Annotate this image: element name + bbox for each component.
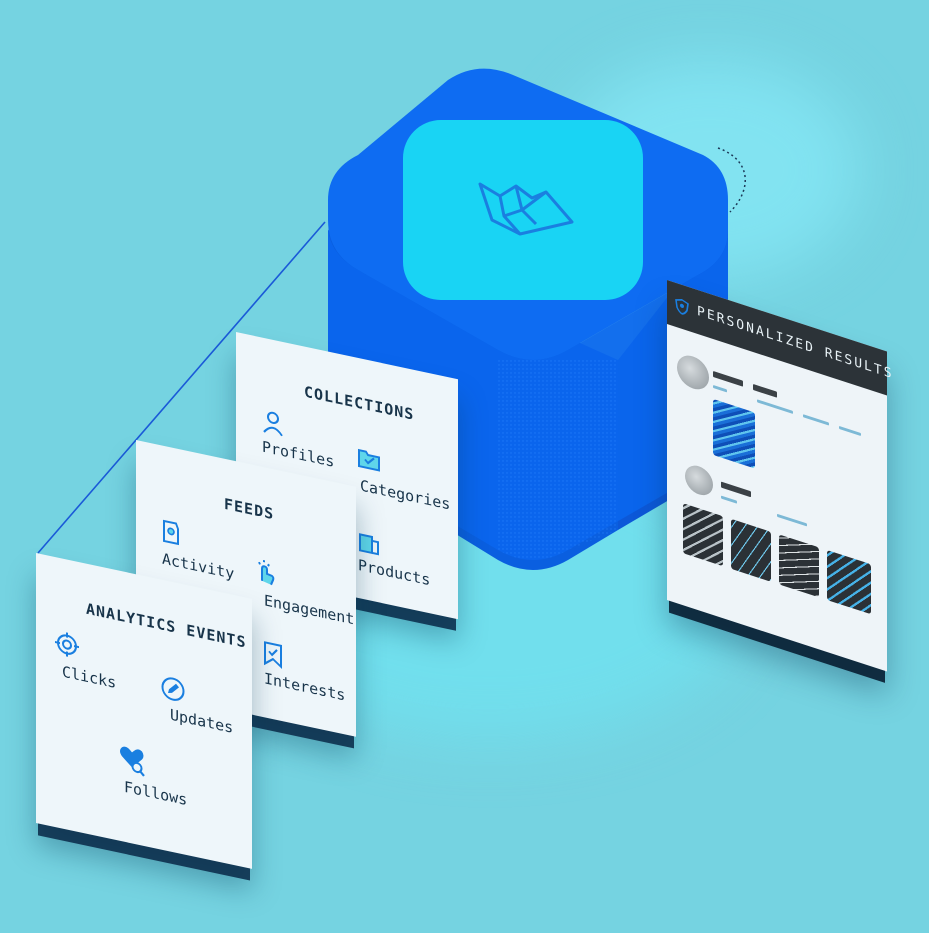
name-placeholder xyxy=(713,370,743,387)
tap-icon xyxy=(258,559,275,586)
collections-title: COLLECTIONS xyxy=(304,382,415,424)
meta-placeholder xyxy=(757,399,793,414)
feeds-item-label: Activity xyxy=(162,549,235,583)
avatar xyxy=(685,461,713,499)
target-icon xyxy=(55,632,79,657)
name-placeholder xyxy=(721,481,751,498)
meta-placeholder xyxy=(713,384,727,393)
analytics-title: ANALYTICS EVENTS xyxy=(86,599,247,652)
user-icon xyxy=(263,411,283,437)
analytics-item-label: Updates xyxy=(170,705,234,737)
meta-placeholder xyxy=(721,495,737,504)
product-icon xyxy=(359,533,379,556)
collections-item-label: Profiles xyxy=(262,437,335,471)
post-image xyxy=(731,518,771,582)
folder-icon xyxy=(358,448,380,472)
feeds-title: FEEDS xyxy=(224,494,275,524)
collections-item-label: Categories xyxy=(360,476,451,514)
heart-search-icon xyxy=(120,746,145,777)
collections-item-label: Products xyxy=(358,555,431,590)
feeds-item-label: Interests xyxy=(264,669,346,705)
post-image xyxy=(713,398,755,469)
analytics-item-label: Clicks xyxy=(62,662,117,693)
boat-logo-icon xyxy=(478,182,574,236)
meta-placeholder xyxy=(839,425,861,437)
bookmark-icon xyxy=(264,641,282,670)
meta-placeholder xyxy=(777,513,807,527)
post-image xyxy=(779,534,819,598)
post-image xyxy=(683,503,723,567)
feeds-item-label: Engagement xyxy=(264,591,355,629)
analytics-item-label: Follows xyxy=(124,777,188,810)
activity-icon xyxy=(163,519,179,546)
illustration: COLLECTIONS Profiles Categories Products… xyxy=(0,0,929,933)
avatar xyxy=(677,351,709,394)
meta-placeholder xyxy=(803,414,829,426)
post-image xyxy=(827,549,871,615)
analytics-panel: ANALYTICS EVENTS Clicks Updates Follows xyxy=(36,553,252,869)
pencil-icon xyxy=(161,677,185,701)
name-placeholder xyxy=(753,383,777,398)
